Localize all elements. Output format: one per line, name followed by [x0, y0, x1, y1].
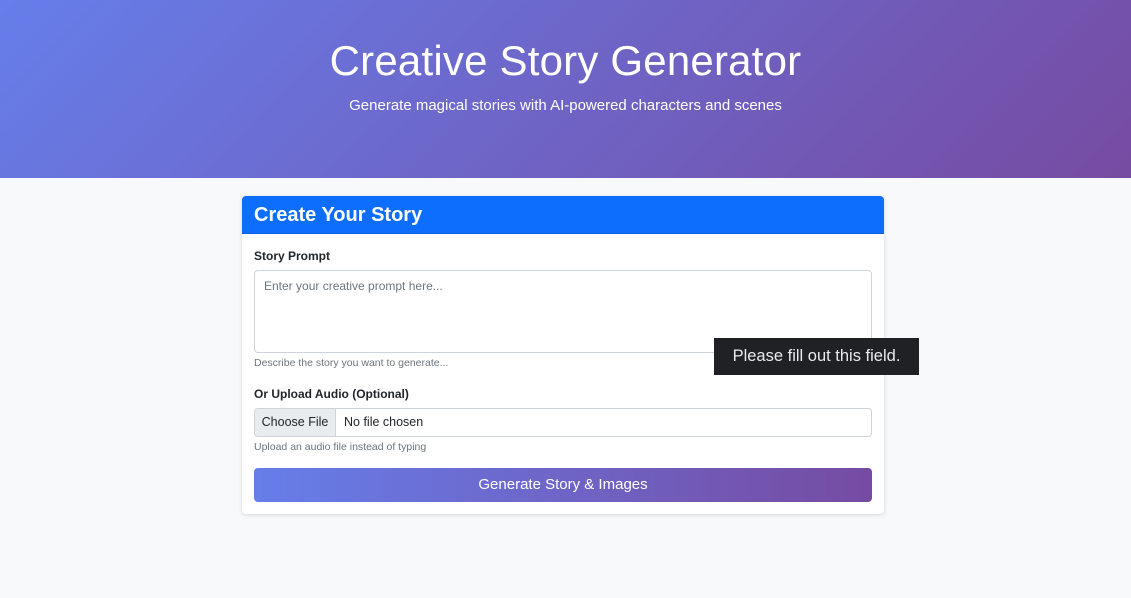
file-status-text: No file chosen	[344, 415, 424, 429]
page-title: Creative Story Generator	[329, 37, 802, 84]
card-header: Create Your Story	[242, 196, 884, 234]
hero-banner: Creative Story Generator Generate magica…	[0, 0, 1131, 178]
page-subtitle: Generate magical stories with AI-powered…	[349, 97, 782, 114]
validation-tooltip: Please fill out this field.	[714, 338, 919, 375]
audio-upload-label: Or Upload Audio (Optional)	[254, 387, 409, 401]
story-prompt-help-text: Describe the story you want to generate.…	[254, 357, 449, 369]
story-prompt-label: Story Prompt	[254, 249, 331, 263]
audio-upload-help-text: Upload an audio file instead of typing	[254, 441, 427, 453]
choose-file-button[interactable]: Choose File	[255, 409, 336, 436]
audio-file-input[interactable]: Choose File No file chosen	[254, 408, 872, 437]
generate-story-button[interactable]: Generate Story & Images	[254, 468, 872, 502]
